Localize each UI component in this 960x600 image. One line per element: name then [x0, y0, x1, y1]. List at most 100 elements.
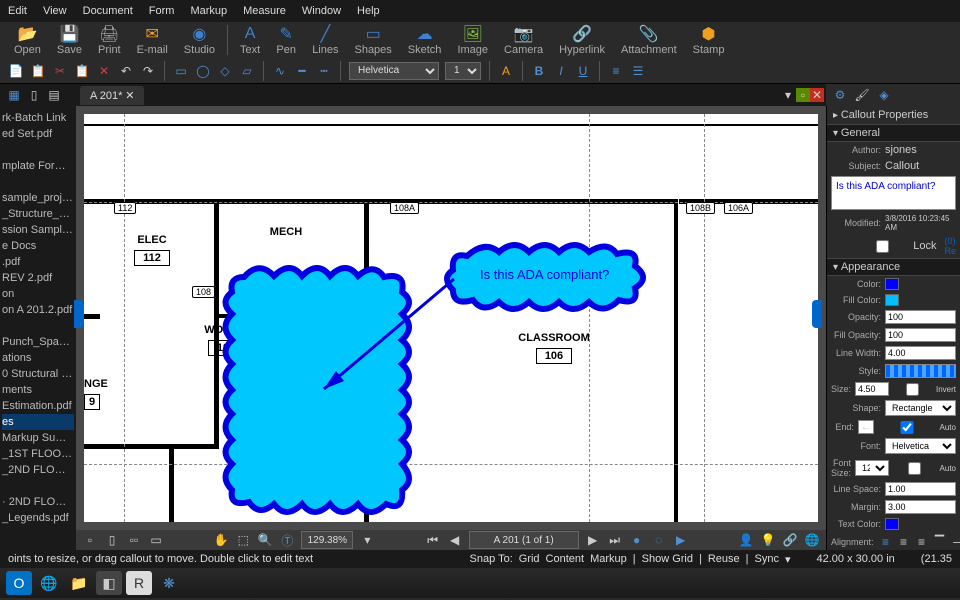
tb-image[interactable]: 🖼Image	[451, 23, 494, 58]
next-page-icon[interactable]: ▶	[585, 532, 601, 548]
show-grid[interactable]: Show Grid	[642, 553, 693, 565]
linewidth-input[interactable]	[885, 346, 956, 360]
cloud-icon[interactable]: ∿	[272, 63, 288, 79]
gear-icon[interactable]: ⚙	[832, 87, 848, 103]
shape4-icon[interactable]: ▱	[239, 63, 255, 79]
menu-measure[interactable]: Measure	[243, 5, 286, 17]
right-panel-toggle[interactable]	[812, 300, 822, 328]
view3d-icon[interactable]: ◈	[876, 87, 892, 103]
file-item[interactable]: _1ST FLOOR P…	[2, 446, 74, 462]
menu-view[interactable]: View	[43, 5, 67, 17]
file-item[interactable]: Markup Summary	[2, 430, 74, 446]
snap-markup[interactable]: Markup	[590, 553, 627, 565]
file-item[interactable]: es	[2, 414, 74, 430]
font-size-select[interactable]: 12	[445, 62, 481, 80]
last-page-icon[interactable]: ⏭	[607, 532, 623, 548]
file-item[interactable]	[2, 174, 74, 190]
font-select[interactable]: Helvetica	[349, 62, 439, 80]
delete-icon[interactable]: ✕	[96, 63, 112, 79]
tb-text[interactable]: AText	[234, 23, 266, 58]
text-color-icon[interactable]: A	[498, 63, 514, 79]
comment-text[interactable]: Is this ADA compliant?	[831, 176, 956, 210]
italic-icon[interactable]: I	[553, 63, 569, 79]
style-preview[interactable]	[885, 364, 956, 378]
file-item[interactable]: _2ND FLOOR …	[2, 462, 74, 478]
copy-icon[interactable]: 📋	[30, 63, 46, 79]
file-item[interactable]: ssion Sample_…	[2, 222, 74, 238]
file-item[interactable]: mplate Form.pdf	[2, 158, 74, 174]
new-icon[interactable]: 📄	[8, 63, 24, 79]
file-item[interactable]: REV 2.pdf	[2, 270, 74, 286]
tb-print[interactable]: 🖨Print	[92, 23, 127, 58]
align-mid-icon[interactable]: ─	[950, 534, 960, 550]
task-explorer-icon[interactable]: 📁	[66, 571, 92, 595]
fillopacity-input[interactable]	[885, 328, 956, 342]
tb-open[interactable]: 📂Open	[8, 23, 47, 58]
fillcolor-swatch[interactable]	[885, 294, 899, 306]
tb-e-mail[interactable]: ✉E-mail	[131, 23, 174, 58]
menu-document[interactable]: Document	[83, 5, 133, 17]
margin-input[interactable]	[885, 500, 956, 514]
text-select-icon[interactable]: Ⓣ	[279, 532, 295, 548]
file-item[interactable]: Punch_Spaces…	[2, 334, 74, 350]
opacity-input[interactable]	[885, 310, 956, 324]
font-select-prop[interactable]: Helvetica	[885, 438, 956, 454]
file-item[interactable]: on A 201.2.pdf	[2, 302, 74, 318]
redo-icon[interactable]: ↷	[140, 63, 156, 79]
align-top-icon[interactable]: ▔	[932, 534, 948, 550]
file-item[interactable]: sample_project…	[2, 190, 74, 206]
task-app2-icon[interactable]: ❋	[156, 571, 182, 595]
section-appearance[interactable]: ▾ Appearance	[827, 258, 960, 276]
fontsize-auto-checkbox[interactable]	[893, 462, 936, 475]
file-item[interactable]: Estimation.pdf	[2, 398, 74, 414]
menu-window[interactable]: Window	[302, 5, 341, 17]
menu-help[interactable]: Help	[357, 5, 380, 17]
left-panel-toggle[interactable]	[74, 300, 84, 328]
zoom-dropdown-icon[interactable]: ▾	[359, 532, 375, 548]
file-item[interactable]: 0 Structural St…	[2, 366, 74, 382]
page-input[interactable]	[469, 531, 579, 549]
file-item[interactable]: e Docs	[2, 238, 74, 254]
line1-icon[interactable]: ━	[294, 63, 310, 79]
tb-hyperlink[interactable]: 🔗Hyperlink	[553, 23, 611, 58]
tab-close2-icon[interactable]: ✕	[810, 88, 824, 102]
lock-checkbox[interactable]	[856, 240, 909, 253]
zoom-icon[interactable]: 🔍	[257, 532, 273, 548]
align-left-icon[interactable]: ≡	[878, 534, 894, 550]
shape3-icon[interactable]: ◇	[217, 63, 233, 79]
shape2-icon[interactable]: ◯	[195, 63, 211, 79]
file-item[interactable]: on	[2, 286, 74, 302]
tab-tile-icon[interactable]: ▫	[796, 88, 810, 102]
file-item[interactable]	[2, 478, 74, 494]
task-revu-icon[interactable]: R	[126, 571, 152, 595]
callout-text[interactable]: Is this ADA compliant?	[480, 267, 609, 282]
fwd-icon[interactable]: ◌	[651, 532, 667, 548]
invert-checkbox[interactable]	[893, 383, 932, 396]
menu-edit[interactable]: Edit	[8, 5, 27, 17]
menu-form[interactable]: Form	[149, 5, 175, 17]
file-item[interactable]: · 2ND FLOOR …	[2, 494, 74, 510]
file-item[interactable]: rk-Batch Link	[2, 110, 74, 126]
shape1-icon[interactable]: ▭	[173, 63, 189, 79]
file-item[interactable]: ed Set.pdf	[2, 126, 74, 142]
prev-page-icon[interactable]: ◀	[447, 532, 463, 548]
globe-icon[interactable]: 🌐	[804, 532, 820, 548]
zoom-input[interactable]	[301, 531, 353, 549]
align-right-icon[interactable]: ≡	[914, 534, 930, 550]
snap-grid[interactable]: Grid	[519, 553, 540, 565]
fontsize-select[interactable]: 12	[855, 460, 889, 476]
file-item[interactable]	[2, 318, 74, 334]
tb-lines[interactable]: ╱Lines	[306, 23, 344, 58]
reuse[interactable]: Reuse	[708, 553, 740, 565]
file-item[interactable]: _Legends.pdf	[2, 510, 74, 526]
underline-icon[interactable]: U	[575, 63, 591, 79]
tb-camera[interactable]: 📷Camera	[498, 23, 549, 58]
sync[interactable]: Sync	[755, 553, 779, 565]
play-icon[interactable]: ▶	[673, 532, 689, 548]
document-tab[interactable]: A 201* ✕	[80, 86, 144, 105]
task-chrome-icon[interactable]: 🌐	[36, 571, 62, 595]
hand-icon[interactable]: ✋	[213, 532, 229, 548]
file-item[interactable]: _Structure_201…	[2, 206, 74, 222]
file-item[interactable]	[2, 142, 74, 158]
back-icon[interactable]: ●	[629, 532, 645, 548]
